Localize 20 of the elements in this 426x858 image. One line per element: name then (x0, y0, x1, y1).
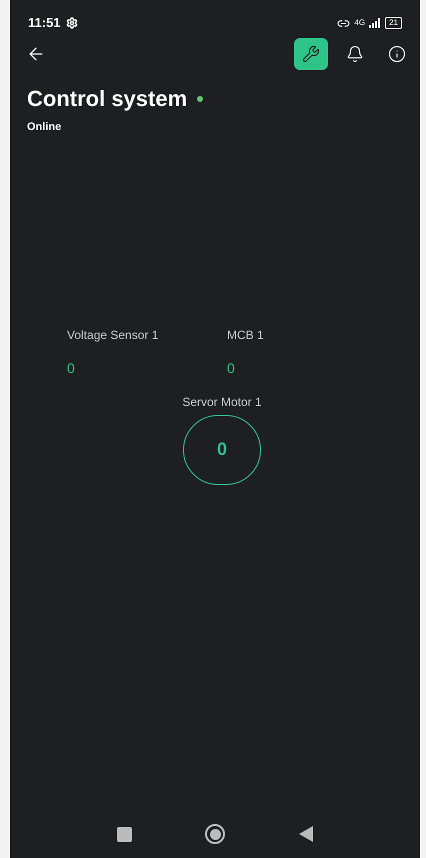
gauge-dial: 0 (182, 414, 261, 484)
battery-indicator: 21 (385, 17, 402, 29)
widget-value: 0 (227, 358, 235, 378)
wrench-icon (302, 45, 320, 63)
widget-label: Voltage Sensor 1 (67, 326, 160, 344)
wrench-button[interactable] (294, 38, 328, 70)
back-nav-button[interactable] (299, 826, 314, 842)
device-title: Control system (27, 85, 188, 113)
settings-icon (66, 17, 78, 29)
widget-label: Servor Motor 1 (182, 394, 262, 410)
widget-value: 0 (67, 358, 75, 378)
signal-icon (369, 18, 382, 28)
info-icon (388, 45, 406, 63)
status-text: Online (26, 120, 62, 135)
recents-button[interactable] (116, 826, 132, 842)
network-label: 4G (354, 19, 366, 27)
clock-time: 11:51 (28, 14, 61, 32)
widget-label: MCB 1 (227, 326, 265, 344)
home-button[interactable] (205, 824, 226, 844)
bell-icon (346, 45, 364, 63)
